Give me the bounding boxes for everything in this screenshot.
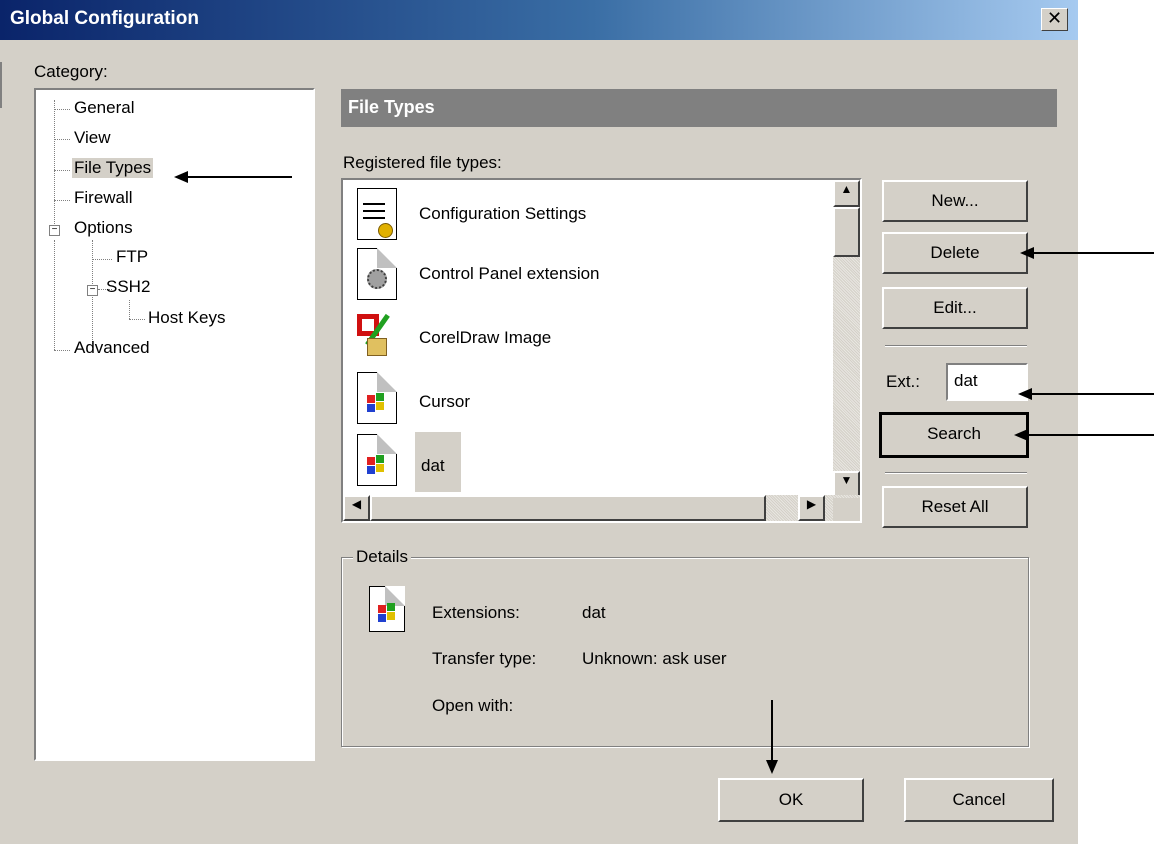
arrow-head-icon: [766, 760, 778, 774]
extensions-label: Extensions:: [432, 603, 520, 622]
coreldraw-icon: [357, 310, 397, 362]
tree-item-view[interactable]: View: [74, 128, 111, 148]
search-button[interactable]: Search: [879, 412, 1029, 458]
ext-input[interactable]: dat: [946, 363, 1028, 401]
ssh2-collapse-toggle[interactable]: −: [87, 285, 98, 296]
control-panel-icon: [357, 248, 397, 300]
list-item[interactable]: Cursor: [349, 370, 829, 430]
scroll-down-button[interactable]: ▼: [833, 471, 860, 498]
details-legend: Details: [353, 547, 411, 567]
registered-file-types-label: Registered file types:: [343, 153, 502, 172]
category-tree[interactable]: − − General View File Types Firewall Opt…: [34, 88, 315, 761]
extensions-value: dat: [582, 603, 606, 622]
annotation-arrow-file-types: [184, 176, 292, 178]
ext-label: Ext.:: [886, 372, 921, 391]
delete-button[interactable]: Delete: [882, 232, 1028, 274]
annotation-arrow-search: [1028, 434, 1154, 436]
list-item[interactable]: Control Panel extension: [349, 246, 829, 306]
separator: [885, 345, 1027, 347]
annotation-arrow-ext: [1032, 393, 1154, 395]
config-settings-icon: [357, 188, 397, 240]
scroll-up-button[interactable]: ▲: [833, 180, 860, 207]
ok-button[interactable]: OK: [718, 778, 864, 822]
separator: [885, 472, 1027, 474]
tree-item-host-keys[interactable]: Host Keys: [148, 308, 225, 328]
new-button[interactable]: New...: [882, 180, 1028, 222]
arrow-head-icon: [1014, 429, 1028, 441]
global-configuration-dialog: Global Configuration ✕ Category: − − Gen…: [0, 0, 1078, 844]
windows-logo-icon: [357, 434, 397, 486]
arrow-head-icon: [174, 171, 188, 183]
file-types-list[interactable]: Configuration Settings Control Panel ext…: [341, 178, 862, 523]
tree-item-options[interactable]: Options: [74, 218, 133, 238]
transfer-type-label: Transfer type:: [432, 649, 537, 668]
list-item[interactable]: Configuration Settings: [349, 186, 829, 246]
vertical-scroll-thumb[interactable]: [833, 207, 860, 257]
section-header-bar: [341, 89, 1057, 127]
tree-item-firewall[interactable]: Firewall: [74, 188, 133, 208]
tree-item-file-types[interactable]: File Types: [72, 158, 154, 178]
category-label: Category:: [34, 62, 108, 81]
close-icon: ✕: [1046, 8, 1063, 28]
horizontal-scroll-thumb[interactable]: [370, 495, 766, 521]
open-with-label: Open with:: [432, 696, 514, 715]
scroll-right-button[interactable]: ▶: [798, 495, 825, 521]
list-item-selected[interactable]: dat: [349, 432, 829, 492]
arrow-head-icon: [1018, 388, 1032, 400]
cancel-button[interactable]: Cancel: [904, 778, 1054, 822]
arrow-head-icon: [1020, 247, 1034, 259]
tree-item-ssh2[interactable]: SSH2: [106, 277, 150, 297]
list-item-label: Configuration Settings: [419, 204, 587, 223]
scroll-left-button[interactable]: ◀: [343, 495, 370, 521]
tree-item-advanced[interactable]: Advanced: [74, 338, 150, 358]
tree-item-general[interactable]: General: [74, 98, 134, 118]
tree-item-ftp[interactable]: FTP: [116, 247, 148, 267]
list-item-label: CorelDraw Image: [419, 328, 552, 347]
section-header-title: File Types: [348, 97, 435, 117]
options-collapse-toggle[interactable]: −: [49, 225, 60, 236]
window-title: Global Configuration: [10, 8, 199, 29]
windows-logo-icon: [369, 586, 405, 632]
list-item-label: Control Panel extension: [419, 264, 600, 283]
transfer-type-value: Unknown: ask user: [582, 649, 727, 668]
annotation-arrow-ok: [771, 700, 773, 762]
reset-all-button[interactable]: Reset All: [882, 486, 1028, 528]
edit-button[interactable]: Edit...: [882, 287, 1028, 329]
list-item[interactable]: CorelDraw Image: [349, 308, 829, 368]
annotation-arrow-delete: [1034, 252, 1154, 254]
close-button[interactable]: ✕: [1041, 8, 1068, 31]
window-edge-mark: [0, 62, 2, 108]
list-item-label: dat: [421, 456, 445, 475]
windows-logo-icon: [357, 372, 397, 424]
list-item-label: Cursor: [419, 392, 471, 411]
